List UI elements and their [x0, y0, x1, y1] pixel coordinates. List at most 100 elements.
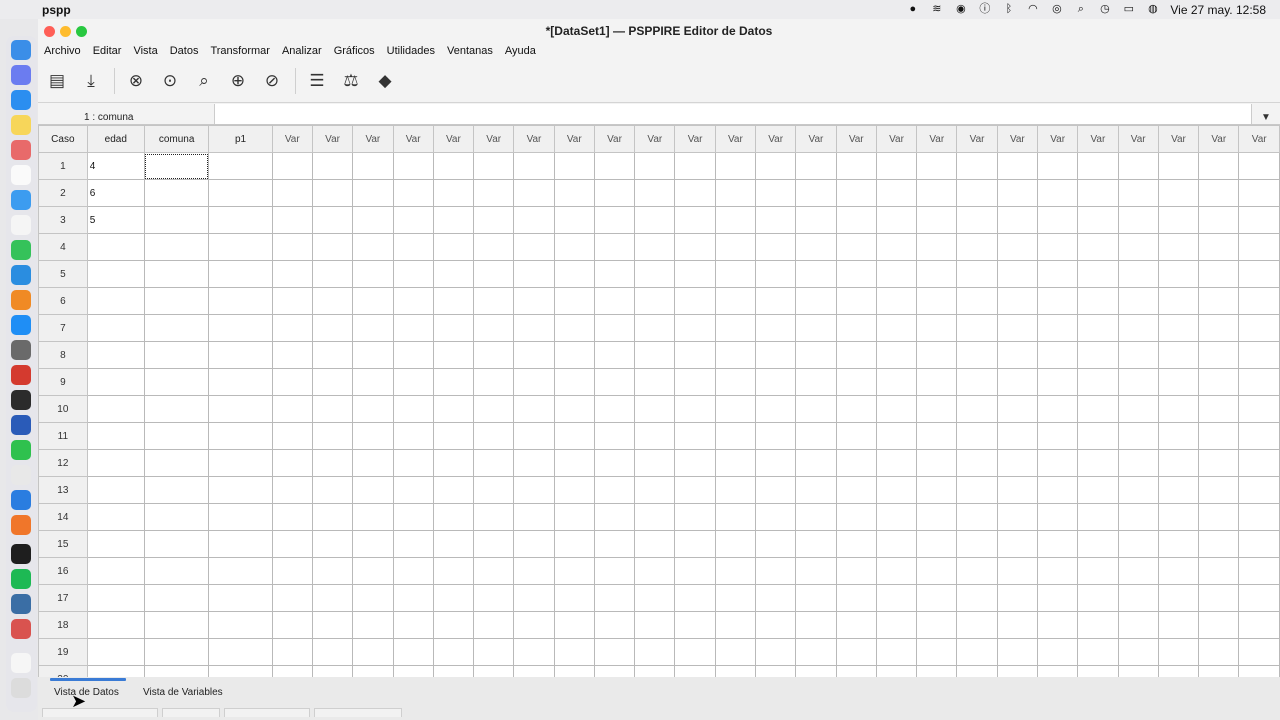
menu-ventanas[interactable]: Ventanas	[447, 43, 493, 60]
data-cell[interactable]	[674, 530, 716, 558]
data-cell[interactable]	[392, 206, 434, 234]
data-cell[interactable]	[1238, 341, 1280, 369]
data-cell[interactable]	[432, 314, 475, 342]
data-cell[interactable]	[916, 557, 958, 585]
data-cell[interactable]	[634, 368, 676, 396]
data-cell[interactable]	[473, 449, 515, 477]
data-cell[interactable]	[1117, 611, 1159, 639]
data-cell[interactable]	[634, 557, 676, 585]
data-cell[interactable]	[271, 341, 313, 369]
data-cell[interactable]	[513, 179, 555, 207]
data-cell[interactable]	[1198, 341, 1240, 369]
word-icon[interactable]	[11, 415, 31, 435]
data-cell[interactable]	[473, 503, 515, 531]
data-cell[interactable]	[593, 476, 636, 504]
data-cell[interactable]	[1157, 341, 1200, 369]
data-cell[interactable]	[432, 152, 475, 180]
data-cell[interactable]	[1157, 503, 1200, 531]
data-cell[interactable]	[1117, 152, 1159, 180]
data-cell[interactable]	[674, 368, 716, 396]
goto-case-icon[interactable]: ⊗	[125, 70, 147, 92]
data-cell[interactable]	[1036, 314, 1079, 342]
data-cell[interactable]	[1198, 287, 1240, 315]
data-cell[interactable]	[143, 260, 210, 288]
data-cell[interactable]	[1077, 557, 1119, 585]
data-cell[interactable]	[634, 449, 676, 477]
data-cell[interactable]	[86, 530, 145, 558]
data-cell[interactable]	[513, 530, 555, 558]
data-cell[interactable]	[513, 503, 555, 531]
data-cell[interactable]	[473, 152, 515, 180]
data-cell[interactable]	[593, 584, 636, 612]
data-cell[interactable]	[755, 314, 797, 342]
data-cell[interactable]	[714, 152, 757, 180]
data-cell[interactable]	[835, 179, 877, 207]
data-cell[interactable]	[553, 179, 595, 207]
data-cell[interactable]	[352, 449, 394, 477]
data-cell[interactable]	[311, 449, 354, 477]
data-cell[interactable]	[432, 557, 475, 585]
data-cell[interactable]	[311, 611, 354, 639]
data-cell[interactable]	[875, 287, 918, 315]
data-cell[interactable]	[432, 341, 475, 369]
column-header[interactable]: Var	[271, 125, 313, 153]
data-cell[interactable]	[432, 260, 475, 288]
row-header[interactable]: 16	[38, 557, 88, 585]
data-cell[interactable]	[996, 395, 1039, 423]
data-cell[interactable]	[392, 530, 434, 558]
data-cell[interactable]	[208, 476, 273, 504]
data-cell[interactable]	[875, 395, 918, 423]
data-cell[interactable]	[674, 611, 716, 639]
data-cell[interactable]	[875, 611, 918, 639]
data-cell[interactable]	[956, 422, 998, 450]
data-cell[interactable]	[1157, 422, 1200, 450]
data-cell[interactable]	[1198, 638, 1240, 666]
data-cell[interactable]	[392, 314, 434, 342]
data-cell[interactable]	[553, 260, 595, 288]
data-cell[interactable]	[755, 611, 797, 639]
data-cell[interactable]	[956, 152, 998, 180]
data-cell[interactable]	[996, 152, 1039, 180]
menu-transformar[interactable]: Transformar	[210, 43, 270, 60]
data-cell[interactable]	[271, 449, 313, 477]
data-cell[interactable]	[1238, 179, 1280, 207]
data-cell[interactable]	[593, 179, 636, 207]
data-cell[interactable]	[674, 341, 716, 369]
data-cell[interactable]	[835, 611, 877, 639]
data-cell[interactable]	[1238, 368, 1280, 396]
data-cell[interactable]	[1238, 152, 1280, 180]
data-cell[interactable]	[1117, 179, 1159, 207]
finder-icon[interactable]	[11, 40, 31, 60]
data-cell[interactable]	[271, 611, 313, 639]
data-cell[interactable]	[271, 530, 313, 558]
data-cell[interactable]	[755, 449, 797, 477]
data-cell[interactable]	[553, 422, 595, 450]
data-cell[interactable]	[432, 449, 475, 477]
data-cell[interactable]	[553, 341, 595, 369]
data-cell[interactable]	[86, 584, 145, 612]
data-cell[interactable]	[875, 422, 918, 450]
data-cell[interactable]	[208, 530, 273, 558]
data-cell[interactable]	[86, 611, 145, 639]
data-cell[interactable]	[875, 368, 918, 396]
data-cell[interactable]	[714, 179, 757, 207]
whatsapp-icon[interactable]	[11, 440, 31, 460]
data-cell[interactable]	[674, 638, 716, 666]
data-cell[interactable]	[1238, 530, 1280, 558]
data-cell[interactable]	[1238, 557, 1280, 585]
data-cell[interactable]	[755, 395, 797, 423]
data-cell[interactable]	[392, 368, 434, 396]
data-cell[interactable]	[208, 287, 273, 315]
data-cell[interactable]	[875, 341, 918, 369]
data-cell[interactable]	[1077, 395, 1119, 423]
data-cell[interactable]	[352, 584, 394, 612]
data-cell[interactable]	[875, 314, 918, 342]
data-cell[interactable]	[714, 557, 757, 585]
column-header[interactable]: Var	[835, 125, 877, 153]
data-cell[interactable]	[996, 314, 1039, 342]
data-cell[interactable]	[795, 233, 837, 261]
data-cell[interactable]	[875, 179, 918, 207]
data-cell[interactable]	[1117, 314, 1159, 342]
data-cell[interactable]	[392, 503, 434, 531]
data-cell[interactable]	[1077, 503, 1119, 531]
